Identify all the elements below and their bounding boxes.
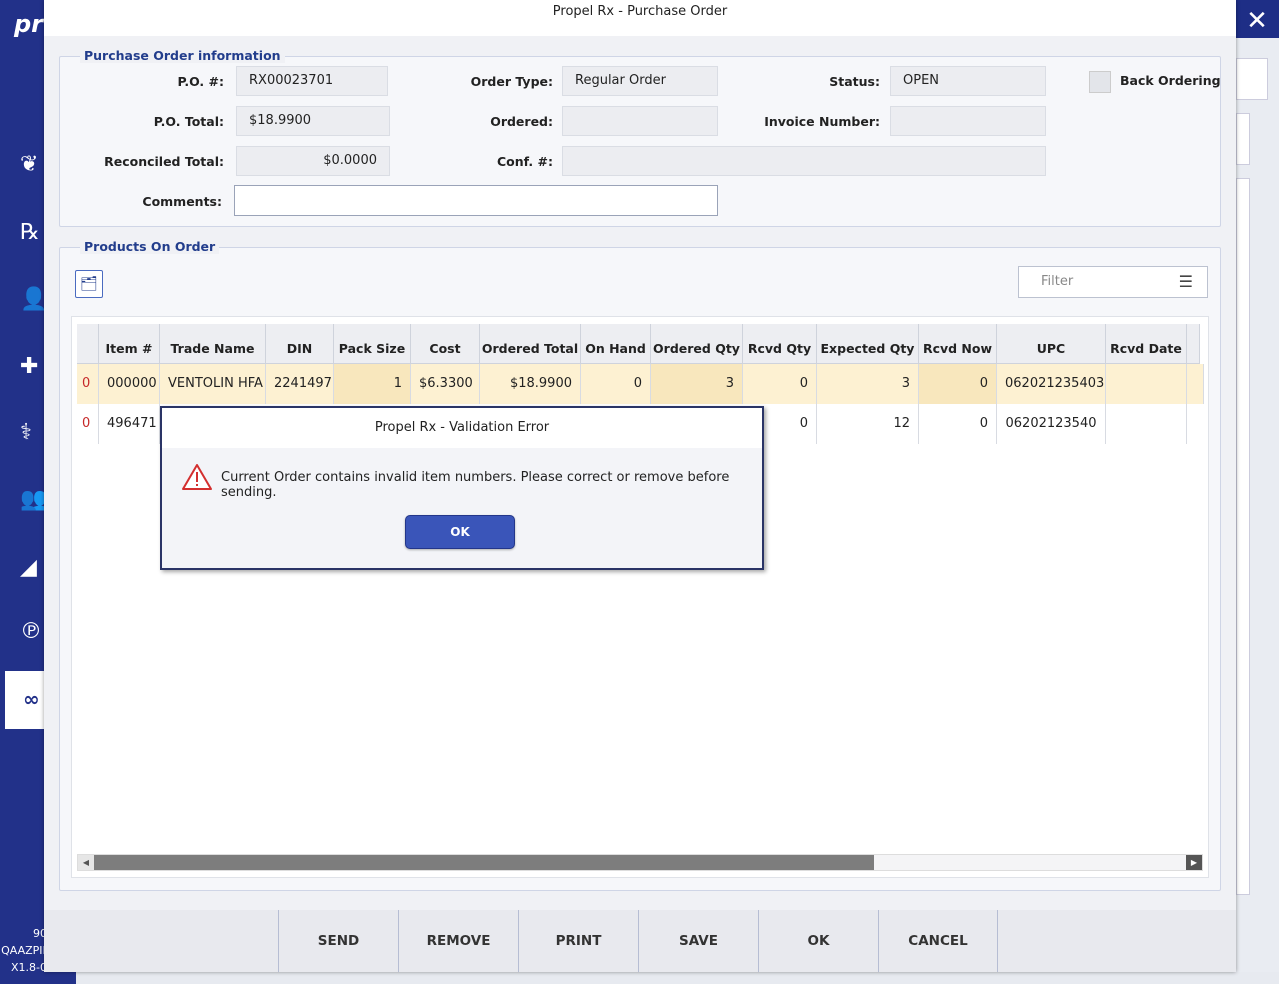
ordered-label: Ordered:	[490, 114, 553, 129]
table-row-cost[interactable]: $6.3300	[411, 364, 480, 404]
table-row-more[interactable]	[1187, 364, 1204, 404]
dialog-ok-button[interactable]: OK	[405, 515, 515, 549]
app-logo: pr	[14, 10, 44, 38]
table-row-on-hand[interactable]: 0	[581, 364, 651, 404]
table-row-ordered-total[interactable]: $18.9900	[480, 364, 581, 404]
table-row-expected-qty[interactable]: 12	[817, 404, 919, 444]
column-header-flag[interactable]	[77, 324, 99, 364]
column-header-rcvd-qty[interactable]: Rcvd Qty	[743, 324, 817, 364]
conf-number-field[interactable]	[562, 146, 1046, 176]
table-row-rcvd-date[interactable]	[1106, 404, 1187, 444]
comments-field[interactable]	[234, 185, 718, 216]
po-total-label: P.O. Total:	[153, 114, 224, 129]
table-row-item[interactable]: 000000	[99, 364, 160, 404]
background-bottom	[76, 972, 1279, 984]
table-row-rcvd-now[interactable]: 0	[919, 364, 997, 404]
po-total-field[interactable]: $18.9900	[236, 106, 390, 136]
order-type-field[interactable]: Regular Order	[562, 66, 718, 96]
order-type-label: Order Type:	[470, 74, 553, 89]
filter-input[interactable]: Filter ☰	[1018, 266, 1208, 298]
close-icon[interactable]: ✕	[1240, 6, 1274, 36]
table-row-upc[interactable]: 062021235403	[997, 364, 1106, 404]
column-header-expected-qty[interactable]: Expected Qty	[817, 324, 919, 364]
send-button[interactable]: SEND	[278, 910, 398, 972]
window-title: Propel Rx - Purchase Order	[44, 0, 1236, 36]
dialog-title: Propel Rx - Validation Error	[162, 408, 762, 448]
conf-number-label: Conf. #:	[497, 154, 553, 169]
products-on-order-title: Products On Order	[80, 239, 220, 254]
table-row-item[interactable]: 496471	[99, 404, 160, 444]
horizontal-scrollbar[interactable]: ◀ ▶	[77, 854, 1203, 871]
open-folder-icon[interactable]: 🗂	[75, 270, 103, 298]
column-header-cost[interactable]: Cost	[411, 324, 480, 364]
column-header-on-hand[interactable]: On Hand	[581, 324, 651, 364]
table-row-trade-name[interactable]: VENTOLIN HFA	[160, 364, 266, 404]
status-label: Status:	[829, 74, 880, 89]
cancel-button[interactable]: CANCEL	[878, 910, 998, 972]
print-button[interactable]: PRINT	[518, 910, 638, 972]
products-grid: Item # Trade Name DIN Pack Size Cost Ord…	[71, 316, 1209, 878]
table-row-rcvd-now[interactable]: 0	[919, 404, 997, 444]
scroll-left-icon[interactable]: ◀	[78, 855, 94, 870]
po-number-field[interactable]: RX00023701	[236, 66, 388, 96]
back-ordering-label: Back Ordering	[1120, 73, 1221, 88]
column-header-upc[interactable]: UPC	[997, 324, 1106, 364]
scroll-right-icon[interactable]: ▶	[1186, 855, 1202, 870]
column-header-trade-name[interactable]: Trade Name	[160, 324, 266, 364]
reconciled-total-label: Reconciled Total:	[104, 154, 224, 169]
reconciled-total-field[interactable]: $0.0000	[236, 146, 390, 176]
action-footer: SEND REMOVE PRINT SAVE OK CANCEL	[44, 910, 1236, 972]
background-footer	[1236, 908, 1279, 972]
table-row-rcvd-date[interactable]	[1106, 364, 1187, 404]
column-header-pack-size[interactable]: Pack Size	[334, 324, 411, 364]
table-row-flag[interactable]: 0	[77, 364, 99, 404]
warning-icon	[182, 464, 212, 490]
column-header-rcvd-date[interactable]: Rcvd Date	[1106, 324, 1187, 364]
background-panel	[1236, 38, 1279, 908]
column-header-rcvd-now[interactable]: Rcvd Now	[919, 324, 997, 364]
po-number-label: P.O. #:	[177, 74, 224, 89]
save-button[interactable]: SAVE	[638, 910, 758, 972]
invoice-number-label: Invoice Number:	[764, 114, 880, 129]
filter-icon[interactable]: ☰	[1179, 267, 1193, 297]
ok-button[interactable]: OK	[758, 910, 878, 972]
invoice-number-field[interactable]	[890, 106, 1046, 136]
dialog-message: Current Order contains invalid item numb…	[221, 470, 730, 500]
po-information-title: Purchase Order information	[80, 48, 285, 63]
column-header-more[interactable]	[1187, 324, 1200, 364]
table-row-rcvd-qty[interactable]: 0	[743, 364, 817, 404]
scrollbar-thumb[interactable]	[94, 855, 874, 870]
table-row-din[interactable]: 2241497	[266, 364, 334, 404]
table-row-pack-size[interactable]: 1	[334, 364, 411, 404]
column-header-item[interactable]: Item #	[99, 324, 160, 364]
column-header-ordered-total[interactable]: Ordered Total	[480, 324, 581, 364]
table-row-ordered-qty[interactable]: 3	[651, 364, 743, 404]
column-header-ordered-qty[interactable]: Ordered Qty	[651, 324, 743, 364]
table-row-flag[interactable]: 0	[77, 404, 99, 444]
table-row-expected-qty[interactable]: 3	[817, 364, 919, 404]
table-row-upc[interactable]: 06202123540	[997, 404, 1106, 444]
column-header-din[interactable]: DIN	[266, 324, 334, 364]
validation-error-dialog: Propel Rx - Validation Error Current Ord…	[160, 406, 764, 570]
ordered-field[interactable]	[562, 106, 718, 136]
comments-label: Comments:	[142, 194, 222, 209]
remove-button[interactable]: REMOVE	[398, 910, 518, 972]
status-field[interactable]: OPEN	[890, 66, 1046, 96]
back-ordering-checkbox[interactable]	[1089, 71, 1111, 93]
